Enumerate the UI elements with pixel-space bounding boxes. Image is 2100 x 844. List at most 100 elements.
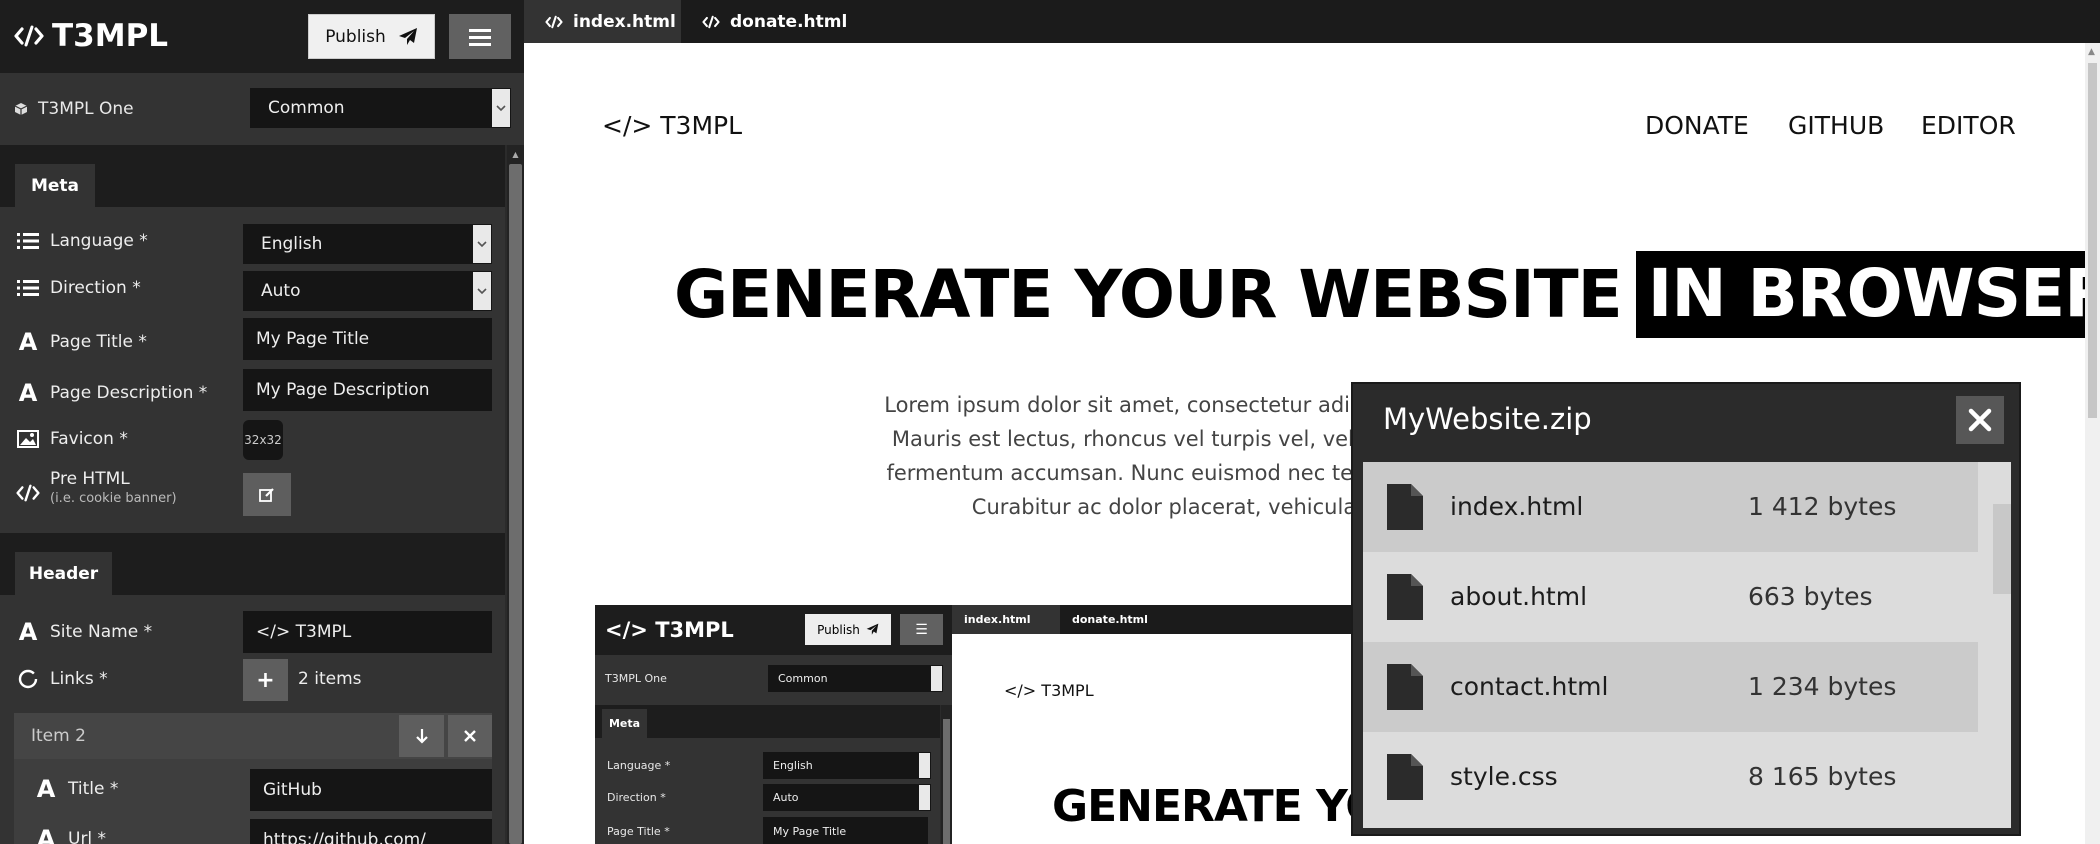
app-logo: T3MPL — [14, 18, 168, 54]
tab-header[interactable]: Header — [15, 552, 112, 595]
direction-label: Direction * — [50, 278, 141, 298]
add-link-button[interactable]: + — [243, 659, 288, 701]
code-icon — [14, 25, 44, 47]
file-icon — [1387, 664, 1423, 710]
file-name: style.css — [1450, 762, 1558, 791]
move-down-button[interactable] — [399, 715, 444, 757]
text-icon: A — [18, 618, 38, 646]
scroll-up-arrow-icon[interactable]: ▲ — [509, 150, 522, 160]
paper-plane-icon — [398, 27, 417, 45]
pre-html-hint: (i.e. cookie banner) — [50, 491, 177, 506]
preview-scroll-thumb[interactable] — [2088, 63, 2097, 418]
code-icon — [702, 15, 720, 28]
file-row[interactable]: style.css 8 165 bytes — [1363, 732, 1978, 822]
link-url-field: A Url * — [34, 825, 106, 844]
mini-hero: GENERATE YO — [1052, 781, 1383, 832]
mini-publish-button: Publish — [805, 614, 891, 645]
meta-section-body: Language * English Direction * Auto A Pag… — [0, 207, 505, 533]
site-name-field: A Site Name * </> T3MPL — [0, 606, 505, 654]
zip-dialog: MyWebsite.zip index.html 1 412 bytes abo… — [1351, 382, 2021, 836]
preview-scrollbar[interactable]: ▲ — [2085, 43, 2100, 844]
remove-item-button[interactable] — [448, 715, 492, 757]
sidebar-scroll-thumb[interactable] — [509, 164, 522, 844]
edit-icon — [259, 487, 274, 502]
link-title-label: Title * — [68, 779, 119, 799]
direction-field: Direction * Auto — [0, 266, 505, 314]
nav-link-github[interactable]: GITHUB — [1788, 111, 1884, 140]
file-size: 8 165 bytes — [1748, 762, 1897, 791]
sidebar: T3MPL Publish T3MPL One Common Meta Lang… — [0, 0, 524, 844]
hamburger-icon: ☰ — [900, 614, 943, 645]
file-size: 1 412 bytes — [1748, 492, 1897, 521]
template-select[interactable]: Common — [250, 88, 511, 128]
link-item: Item 2 A Title * GitHub A Url * https://… — [14, 713, 492, 844]
file-name: about.html — [1450, 582, 1588, 611]
links-count: 2 items — [298, 669, 362, 689]
file-icon — [1387, 574, 1423, 620]
cube-icon — [14, 103, 28, 115]
paper-plane-icon — [866, 623, 879, 635]
mini-tab-meta: Meta — [602, 709, 647, 738]
text-icon: A — [36, 825, 56, 844]
editor-tabs: index.html donate.html — [524, 0, 2100, 43]
edit-pre-html-button[interactable] — [243, 473, 291, 516]
header-section-body: A Site Name * </> T3MPL Links * + 2 items… — [0, 595, 505, 844]
publish-button[interactable]: Publish — [308, 14, 435, 59]
site-logo[interactable]: </> T3MPL — [602, 111, 742, 140]
site-name-label: Site Name * — [50, 622, 153, 642]
text-icon: A — [36, 775, 56, 803]
hamburger-icon — [469, 28, 491, 46]
file-row[interactable]: about.html 663 bytes — [1363, 552, 1978, 642]
circle-icon — [16, 669, 40, 689]
favicon-field: Favicon * 32x32 — [0, 417, 505, 465]
file-icon — [1387, 754, 1423, 800]
page-title-input[interactable]: My Page Title — [243, 318, 492, 360]
links-label: Links * — [50, 669, 108, 689]
language-select[interactable]: English — [243, 224, 492, 264]
close-dialog-button[interactable] — [1956, 396, 2004, 444]
tab-index-html[interactable]: index.html — [524, 0, 681, 43]
publish-label: Publish — [325, 26, 386, 47]
nav-link-donate[interactable]: DONATE — [1645, 111, 1749, 140]
menu-button[interactable] — [449, 14, 511, 59]
code-icon — [16, 483, 40, 503]
language-label: Language * — [50, 231, 148, 251]
list-icon — [16, 232, 40, 250]
page-description-label: Page Description * — [50, 383, 208, 403]
file-size: 663 bytes — [1748, 582, 1873, 611]
direction-select[interactable]: Auto — [243, 271, 492, 311]
plus-icon: + — [256, 667, 275, 693]
app-title: T3MPL — [52, 18, 169, 54]
tab-donate-html[interactable]: donate.html — [681, 0, 851, 43]
file-row[interactable]: index.html 1 412 bytes — [1363, 462, 1978, 552]
nav-link-editor[interactable]: EDITOR — [1921, 111, 2016, 140]
zip-file-list: index.html 1 412 bytes about.html 663 by… — [1363, 462, 2011, 828]
mini-language-label: Language * — [607, 759, 671, 772]
pre-html-label: Pre HTML — [50, 469, 130, 489]
hero-highlight: IN BROWSER — [1635, 251, 2085, 338]
chevron-down-icon — [473, 225, 491, 263]
mini-site-logo: </> T3MPL — [1004, 681, 1094, 700]
image-icon — [16, 430, 40, 448]
hero-title: GENERATE YOUR WEBSITE IN BROWSER — [674, 251, 2085, 338]
zip-list-scrollbar[interactable] — [1993, 504, 2011, 594]
site-name-input[interactable]: </> T3MPL — [243, 611, 492, 653]
template-row: T3MPL One Common — [0, 73, 524, 145]
page-description-input[interactable]: My Page Description — [243, 369, 492, 411]
link-url-input[interactable]: https://github.com/ — [250, 819, 492, 844]
chevron-down-icon — [473, 272, 491, 310]
mini-direction-label: Direction * — [607, 791, 666, 804]
mini-tab-index: index.html — [952, 605, 1060, 634]
link-title-input[interactable]: GitHub — [250, 769, 492, 811]
tab-meta[interactable]: Meta — [15, 164, 95, 207]
mini-template-select: Common — [768, 665, 943, 692]
favicon-picker[interactable]: 32x32 — [243, 420, 283, 460]
text-icon: A — [18, 379, 38, 407]
template-label: T3MPL One — [14, 99, 134, 119]
scroll-up-arrow-icon[interactable]: ▲ — [2088, 47, 2095, 57]
link-item-label: Item 2 — [31, 726, 86, 746]
pre-html-field: Pre HTML (i.e. cookie banner) — [0, 465, 505, 525]
file-row[interactable]: contact.html 1 234 bytes — [1363, 642, 1978, 732]
favicon-label: Favicon * — [50, 429, 128, 449]
sidebar-topbar: T3MPL Publish — [0, 0, 524, 73]
